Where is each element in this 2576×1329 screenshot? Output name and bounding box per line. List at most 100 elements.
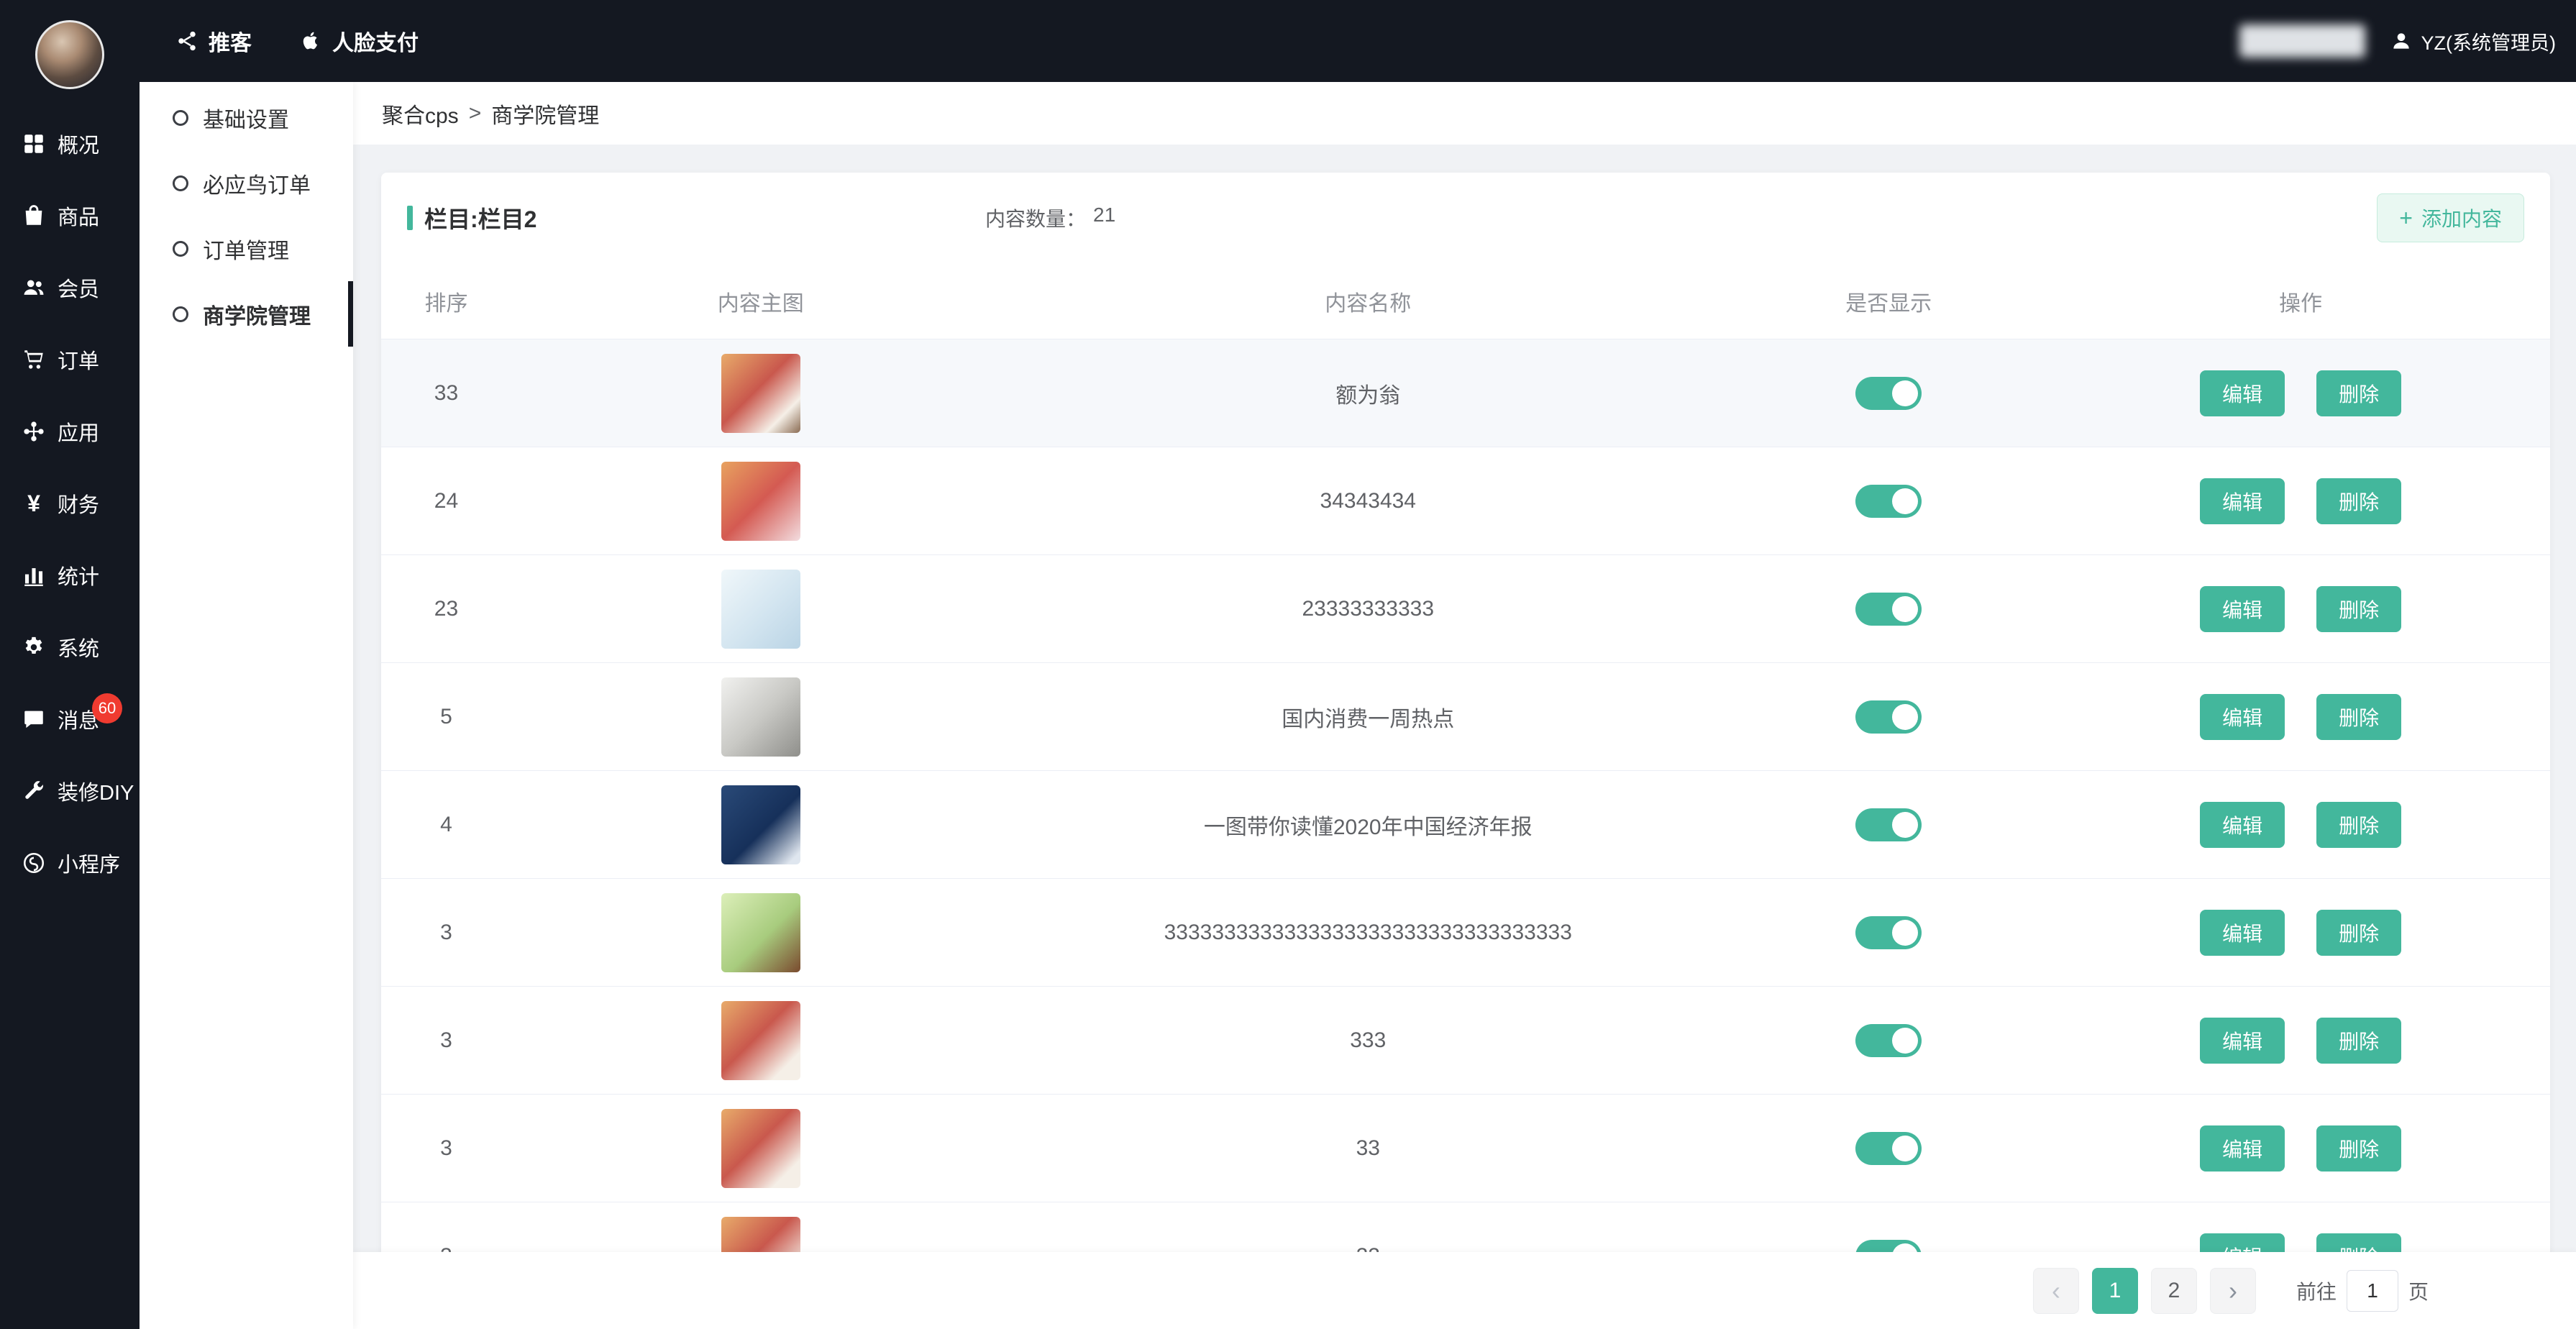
- sidebar-item-goods[interactable]: 商品: [0, 180, 140, 252]
- topbar-item-label: 人脸支付: [332, 25, 419, 57]
- table-row: 24 34343434 编辑 删除: [381, 447, 2550, 555]
- primary-sidebar: 概况 商品 会员 订单 应用 ¥ 财务 统计 系统 消息 60 装修DIY 小程…: [0, 0, 140, 1329]
- row-sort: 24: [381, 489, 511, 513]
- edit-button[interactable]: 编辑: [2200, 694, 2285, 740]
- finance-yen-icon: ¥: [22, 491, 46, 516]
- sidebar-item-label: 会员: [58, 273, 99, 303]
- submenu-item-label: 订单管理: [203, 233, 289, 265]
- delete-button[interactable]: 删除: [2316, 1018, 2401, 1064]
- table-row: 4 一图带你读懂2020年中国经济年报 编辑 删除: [381, 771, 2550, 879]
- sidebar-item-members[interactable]: 会员: [0, 252, 140, 324]
- content-count-label: 内容数量：: [985, 204, 1086, 232]
- delete-button[interactable]: 删除: [2316, 802, 2401, 848]
- table-row: 3 3333333333333333333333333333333333 编辑 …: [381, 879, 2550, 987]
- row-name: 额为翁: [1010, 378, 1726, 409]
- sidebar-item-apps[interactable]: 应用: [0, 396, 140, 467]
- row-name: 34343434: [1010, 489, 1726, 513]
- system-gear-icon: [22, 635, 46, 659]
- message-count-badge: 60: [92, 693, 122, 723]
- stats-icon: [22, 563, 46, 588]
- accent-bar: [407, 206, 413, 230]
- circle-icon: [173, 110, 188, 126]
- prev-page-button[interactable]: ‹: [2033, 1268, 2079, 1314]
- edit-button[interactable]: 编辑: [2200, 910, 2285, 956]
- user-menu[interactable]: YZ(系统管理员): [2390, 27, 2556, 55]
- content-count-value: 21: [1093, 204, 1115, 232]
- goto-page-input[interactable]: [2347, 1270, 2398, 1312]
- sidebar-item-system[interactable]: 系统: [0, 611, 140, 683]
- row-sort: 3: [381, 921, 511, 945]
- topbar-item-facepay[interactable]: 人脸支付: [299, 25, 419, 57]
- topbar: 推客 人脸支付 YZ(系统管理员): [140, 0, 2576, 82]
- column-header-name: 内容名称: [1010, 286, 1726, 317]
- delete-button[interactable]: 删除: [2316, 370, 2401, 416]
- delete-button[interactable]: 删除: [2316, 910, 2401, 956]
- topbar-item-tuike[interactable]: 推客: [175, 25, 252, 57]
- sidebar-item-label: 商品: [58, 201, 99, 231]
- orders-cart-icon: [22, 347, 46, 372]
- row-thumbnail: [721, 1109, 800, 1188]
- delete-button[interactable]: 删除: [2316, 1125, 2401, 1172]
- sidebar-item-label: 概况: [58, 129, 99, 159]
- sidebar-item-stats[interactable]: 统计: [0, 539, 140, 611]
- secondary-sidebar: 基础设置 必应鸟订单 订单管理 商学院管理: [140, 82, 353, 1329]
- column-header-actions: 操作: [2051, 286, 2550, 317]
- row-thumbnail: [721, 354, 800, 433]
- table-header-row: 排序 内容主图 内容名称 是否显示 操作: [381, 263, 2550, 339]
- sidebar-item-miniapp[interactable]: 小程序: [0, 827, 140, 899]
- submenu-item-bird-orders[interactable]: 必应鸟订单: [140, 150, 353, 216]
- sidebar-item-finance[interactable]: ¥ 财务: [0, 467, 140, 539]
- toggle-knob: [1892, 704, 1918, 730]
- submenu-item-label: 基础设置: [203, 102, 289, 134]
- visibility-toggle[interactable]: [1855, 377, 1922, 410]
- sidebar-item-diy[interactable]: 装修DIY: [0, 755, 140, 827]
- sidebar-item-messages[interactable]: 消息 60: [0, 683, 140, 755]
- breadcrumb-separator: >: [469, 101, 482, 126]
- visibility-toggle[interactable]: [1855, 1024, 1922, 1057]
- edit-button[interactable]: 编辑: [2200, 478, 2285, 524]
- edit-button[interactable]: 编辑: [2200, 1018, 2285, 1064]
- sidebar-item-overview[interactable]: 概况: [0, 108, 140, 180]
- delete-button[interactable]: 删除: [2316, 586, 2401, 632]
- edit-button[interactable]: 编辑: [2200, 802, 2285, 848]
- main-content: 栏目:栏目2 内容数量： 21 + 添加内容 排序 内容主图 内容名称 是否显示…: [353, 145, 2576, 1329]
- page-button-1[interactable]: 1: [2092, 1268, 2138, 1314]
- visibility-toggle[interactable]: [1855, 485, 1922, 518]
- toggle-knob: [1892, 1136, 1918, 1161]
- diy-tools-icon: [22, 779, 46, 803]
- edit-button[interactable]: 编辑: [2200, 370, 2285, 416]
- chevron-right-icon: ›: [2229, 1276, 2237, 1306]
- page-button-2[interactable]: 2: [2151, 1268, 2197, 1314]
- delete-button[interactable]: 删除: [2316, 694, 2401, 740]
- submenu-item-basic-settings[interactable]: 基础设置: [140, 85, 353, 150]
- visibility-toggle[interactable]: [1855, 593, 1922, 626]
- sidebar-item-orders[interactable]: 订单: [0, 324, 140, 396]
- edit-button[interactable]: 编辑: [2200, 586, 2285, 632]
- next-page-button[interactable]: ›: [2210, 1268, 2256, 1314]
- visibility-toggle[interactable]: [1855, 1132, 1922, 1165]
- row-name: 国内消费一周热点: [1010, 701, 1726, 733]
- row-name: 23333333333: [1010, 597, 1726, 621]
- row-name: 333: [1010, 1028, 1726, 1053]
- avatar[interactable]: [35, 20, 104, 89]
- add-content-button[interactable]: + 添加内容: [2377, 193, 2524, 242]
- submenu-item-order-management[interactable]: 订单管理: [140, 216, 353, 281]
- visibility-toggle[interactable]: [1855, 808, 1922, 841]
- toggle-knob: [1892, 488, 1918, 514]
- sidebar-item-label: 装修DIY: [58, 776, 134, 806]
- sidebar-item-label: 系统: [58, 632, 99, 662]
- circle-icon: [173, 306, 188, 322]
- row-thumbnail: [721, 677, 800, 757]
- sidebar-item-label: 统计: [58, 560, 99, 590]
- edit-button[interactable]: 编辑: [2200, 1125, 2285, 1172]
- sidebar-item-label: 订单: [58, 344, 99, 375]
- visibility-toggle[interactable]: [1855, 916, 1922, 949]
- submenu-item-label: 商学院管理: [203, 298, 311, 330]
- submenu-item-business-school[interactable]: 商学院管理: [140, 281, 353, 347]
- visibility-toggle[interactable]: [1855, 700, 1922, 734]
- row-thumbnail: [721, 462, 800, 541]
- breadcrumb-item[interactable]: 聚合cps: [382, 98, 459, 129]
- user-icon: [2390, 29, 2413, 52]
- chevron-left-icon: ‹: [2052, 1276, 2060, 1306]
- delete-button[interactable]: 删除: [2316, 478, 2401, 524]
